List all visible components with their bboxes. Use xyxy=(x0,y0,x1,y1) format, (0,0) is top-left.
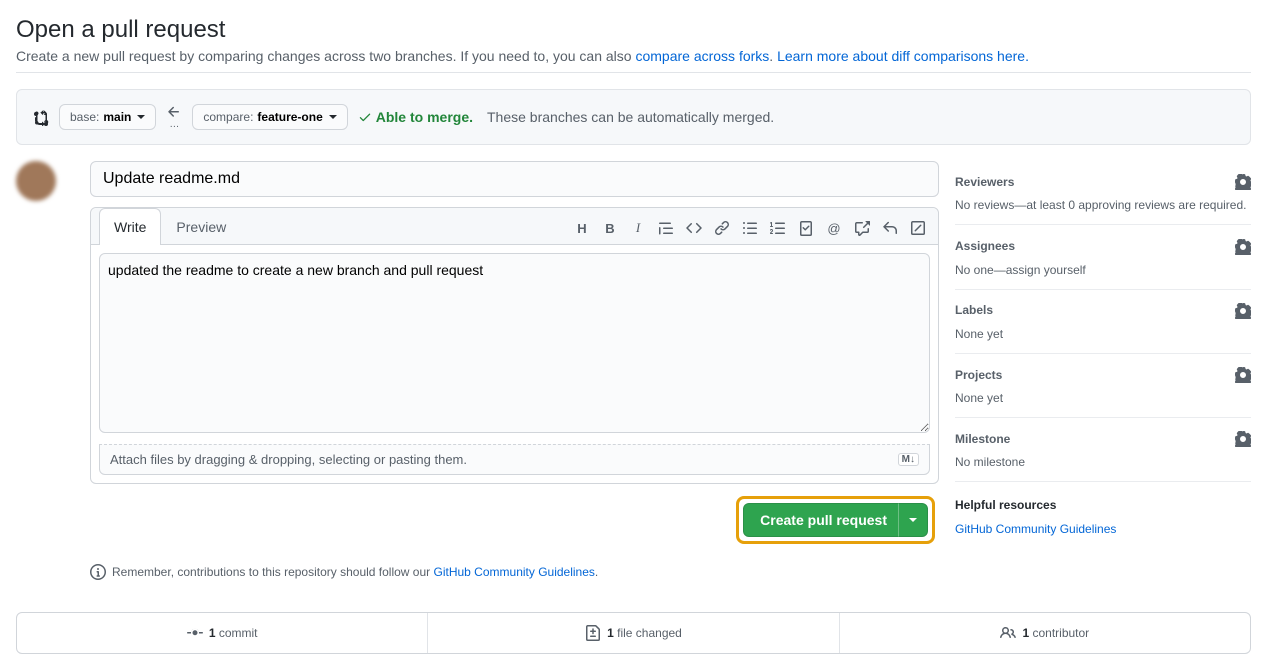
create-pr-highlight: Create pull request xyxy=(736,496,935,544)
compare-branch-selector[interactable]: compare: feature-one xyxy=(192,104,347,130)
gear-icon[interactable] xyxy=(1235,366,1251,383)
branch-compare-bar: base: main … compare: feature-one Able t… xyxy=(16,89,1251,145)
sidebar-reviewers-title: Reviewers xyxy=(955,175,1014,189)
commits-count: 1 xyxy=(209,626,216,640)
helpful-resources-link[interactable]: GitHub Community Guidelines xyxy=(955,522,1116,536)
avatar xyxy=(16,161,56,201)
gear-icon[interactable] xyxy=(1235,430,1251,447)
base-branch-selector[interactable]: base: main xyxy=(59,104,156,130)
people-icon xyxy=(1000,625,1016,641)
compare-forks-link[interactable]: compare across forks xyxy=(635,48,769,64)
subtitle-sep: . xyxy=(769,48,777,64)
tab-write[interactable]: Write xyxy=(99,208,161,245)
footnote-post: . xyxy=(595,565,598,579)
commit-icon xyxy=(187,625,203,641)
comment-box: Write Preview H B I @ xyxy=(90,207,939,484)
merge-note: These branches can be automatically merg… xyxy=(487,109,774,125)
sidebar-labels-title: Labels xyxy=(955,303,993,317)
caret-down-icon xyxy=(909,518,917,522)
sidebar-reviewers-body: No reviews—at least 0 approving reviews … xyxy=(955,198,1251,212)
pr-title-input[interactable] xyxy=(90,161,939,197)
file-diff-icon xyxy=(585,625,601,641)
sidebar-projects-body: None yet xyxy=(955,391,1251,405)
caret-down-icon xyxy=(329,115,337,119)
diff-icon[interactable] xyxy=(910,220,926,236)
reply-icon[interactable] xyxy=(882,220,898,236)
compare-icon xyxy=(33,108,49,125)
community-guidelines-link[interactable]: GitHub Community Guidelines xyxy=(434,565,595,579)
bold-icon[interactable]: B xyxy=(602,220,618,236)
merge-status: Able to merge. xyxy=(358,109,473,125)
italic-icon[interactable]: I xyxy=(630,220,646,236)
commits-label: commit xyxy=(216,626,258,640)
cross-reference-icon[interactable] xyxy=(854,220,870,236)
page-subtitle: Create a new pull request by comparing c… xyxy=(16,48,1251,64)
arrow-left-icon: … xyxy=(166,104,182,130)
sidebar-assignees-body: No one—assign yourself xyxy=(955,263,1251,277)
code-icon[interactable] xyxy=(686,220,702,236)
markdown-badge-icon[interactable]: M↓ xyxy=(898,453,919,466)
assign-yourself-link[interactable]: assign yourself xyxy=(1006,263,1086,277)
pr-body-textarea[interactable] xyxy=(99,253,930,433)
attach-hint-text: Attach files by dragging & dropping, sel… xyxy=(110,452,467,467)
learn-more-link[interactable]: Learn more about diff comparisons here. xyxy=(777,48,1029,64)
sidebar-labels-body: None yet xyxy=(955,327,1251,341)
subtitle-text: Create a new pull request by comparing c… xyxy=(16,48,635,64)
tab-preview[interactable]: Preview xyxy=(161,208,241,245)
base-label: base: xyxy=(70,110,99,124)
footnote-pre: Remember, contributions to this reposito… xyxy=(112,565,434,579)
sidebar-projects-title: Projects xyxy=(955,368,1002,382)
assignees-pre: No one— xyxy=(955,263,1006,277)
sidebar-milestone-title: Milestone xyxy=(955,432,1010,446)
merge-status-text: Able to merge. xyxy=(376,109,473,125)
markdown-toolbar: H B I @ xyxy=(562,212,938,244)
stats-commits[interactable]: 1 commit xyxy=(17,613,427,653)
files-count: 1 xyxy=(607,626,614,640)
task-list-icon[interactable] xyxy=(798,220,814,236)
page-title: Open a pull request xyxy=(16,16,1251,44)
stats-files[interactable]: 1 file changed xyxy=(427,613,838,653)
gear-icon[interactable] xyxy=(1235,173,1251,190)
contribution-footnote: Remember, contributions to this reposito… xyxy=(90,564,939,580)
quote-icon[interactable] xyxy=(658,220,674,236)
helpful-resources-title: Helpful resources xyxy=(955,498,1251,512)
unordered-list-icon[interactable] xyxy=(742,220,758,236)
create-pull-request-button[interactable]: Create pull request xyxy=(743,503,904,537)
sidebar-milestone-body: No milestone xyxy=(955,455,1251,469)
caret-down-icon xyxy=(137,115,145,119)
ordered-list-icon[interactable] xyxy=(770,220,786,236)
gear-icon[interactable] xyxy=(1235,237,1251,254)
files-label: file changed xyxy=(614,626,682,640)
diff-stats-bar: 1 commit 1 file changed 1 contributor xyxy=(16,612,1251,654)
sidebar-assignees-title: Assignees xyxy=(955,239,1015,253)
link-icon[interactable] xyxy=(714,220,730,236)
create-pull-request-dropdown[interactable] xyxy=(898,503,928,537)
stats-contributors[interactable]: 1 contributor xyxy=(839,613,1250,653)
compare-label: compare: xyxy=(203,110,253,124)
header-divider xyxy=(16,72,1251,73)
heading-icon[interactable]: H xyxy=(574,220,590,236)
mention-icon[interactable]: @ xyxy=(826,220,842,236)
info-icon xyxy=(90,564,106,580)
contributors-label: contributor xyxy=(1029,626,1089,640)
attach-hint[interactable]: Attach files by dragging & dropping, sel… xyxy=(99,444,930,475)
gear-icon[interactable] xyxy=(1235,302,1251,319)
base-value: main xyxy=(103,110,131,124)
compare-value: feature-one xyxy=(257,110,322,124)
